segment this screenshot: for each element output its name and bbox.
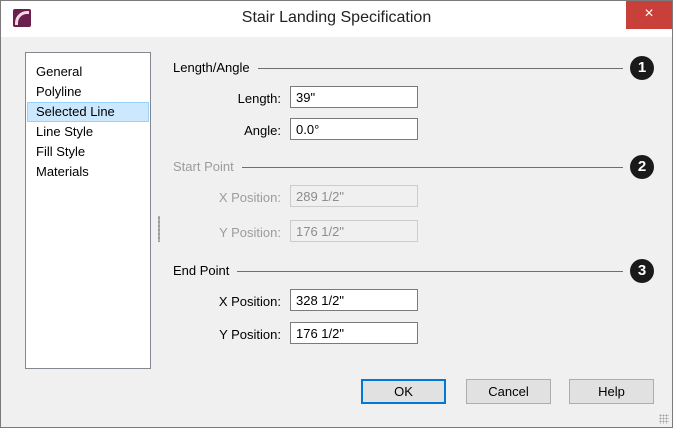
end-y-label: Y Position: <box>219 327 281 342</box>
start-point-section-title: Start Point <box>173 159 242 174</box>
start-x-label: X Position: <box>218 190 281 205</box>
section-divider <box>173 271 623 272</box>
dialog-window: Stair Landing Specification × General Po… <box>0 0 673 428</box>
end-x-input[interactable] <box>290 289 418 311</box>
nav-item-fill-style[interactable]: Fill Style <box>27 142 149 162</box>
angle-label: Angle: <box>244 123 281 138</box>
callout-badge-1: 1 <box>630 56 654 80</box>
callout-badge-3: 3 <box>630 259 654 283</box>
nav-item-line-style[interactable]: Line Style <box>27 122 149 142</box>
ok-button[interactable]: OK <box>361 379 446 404</box>
start-x-input <box>290 185 418 207</box>
nav-item-materials[interactable]: Materials <box>27 162 149 182</box>
angle-input[interactable] <box>290 118 418 140</box>
resize-grip[interactable] <box>659 414 669 424</box>
close-button[interactable]: × <box>626 1 672 29</box>
start-y-input <box>290 220 418 242</box>
length-label: Length: <box>237 91 281 106</box>
help-button[interactable]: Help <box>569 379 654 404</box>
length-angle-section-header: Length/Angle <box>173 60 623 76</box>
cancel-button[interactable]: Cancel <box>466 379 551 404</box>
end-point-section-title: End Point <box>173 263 238 278</box>
start-point-section-header: Start Point <box>173 159 623 175</box>
start-y-label: Y Position: <box>219 225 281 240</box>
panel-splitter[interactable] <box>158 216 160 242</box>
nav-item-general[interactable]: General <box>27 62 149 82</box>
end-y-input[interactable] <box>290 322 418 344</box>
length-input[interactable] <box>290 86 418 108</box>
title-bar: Stair Landing Specification × <box>1 1 672 37</box>
callout-badge-2: 2 <box>630 155 654 179</box>
window-title: Stair Landing Specification <box>241 9 432 26</box>
length-angle-section-title: Length/Angle <box>173 60 258 75</box>
end-point-section-header: End Point <box>173 263 623 279</box>
nav-item-selected-line[interactable]: Selected Line <box>27 102 149 122</box>
category-list: General Polyline Selected Line Line Styl… <box>25 52 151 369</box>
end-x-label: X Position: <box>218 294 281 309</box>
nav-item-polyline[interactable]: Polyline <box>27 82 149 102</box>
